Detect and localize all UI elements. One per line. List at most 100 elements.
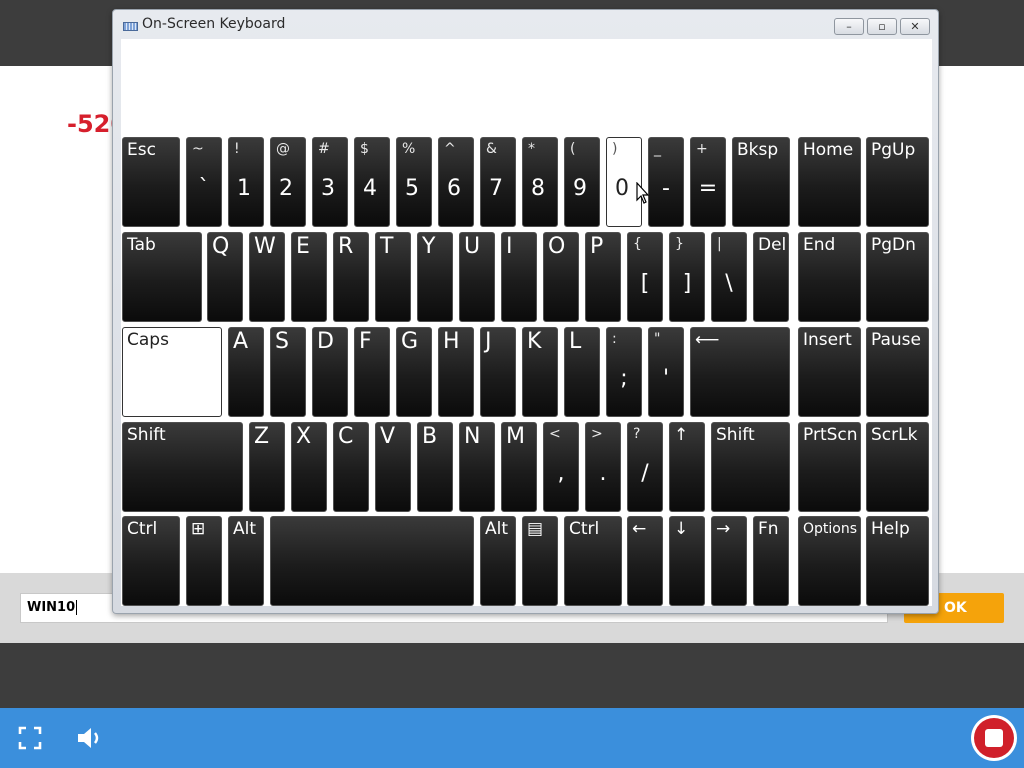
key-slash[interactable]: ? / bbox=[627, 422, 663, 512]
key-pgup[interactable]: PgUp bbox=[866, 137, 929, 227]
key-o-label: O bbox=[548, 234, 566, 259]
key-h[interactable]: H bbox=[438, 327, 474, 417]
key-enter-label: ⟵ bbox=[695, 330, 720, 350]
key-z[interactable]: Z bbox=[249, 422, 285, 512]
key-y[interactable]: Y bbox=[417, 232, 453, 322]
key-1-label: 1 bbox=[237, 176, 251, 201]
key-quote-label: ' bbox=[662, 366, 670, 391]
key-3[interactable]: #3 bbox=[312, 137, 348, 227]
key-rbracket[interactable]: }] bbox=[669, 232, 705, 322]
key-e[interactable]: E bbox=[291, 232, 327, 322]
key-rshift[interactable]: Shift bbox=[711, 422, 790, 512]
key-period[interactable]: >. bbox=[585, 422, 621, 512]
key-w[interactable]: W bbox=[249, 232, 285, 322]
key-q[interactable]: Q bbox=[207, 232, 243, 322]
key-bksp[interactable]: Bksp bbox=[732, 137, 790, 227]
key-r[interactable]: R bbox=[333, 232, 369, 322]
key-options[interactable]: Options bbox=[798, 516, 861, 606]
key-home[interactable]: Home bbox=[798, 137, 861, 227]
key-down[interactable]: ↓ bbox=[669, 516, 705, 606]
key-i[interactable]: I bbox=[501, 232, 537, 322]
key-insert[interactable]: Insert bbox=[798, 327, 861, 417]
key-j[interactable]: J bbox=[480, 327, 516, 417]
key-rshift-label: Shift bbox=[716, 425, 755, 445]
key-rctrl[interactable]: Ctrl bbox=[564, 516, 622, 606]
fullscreen-icon[interactable] bbox=[18, 726, 42, 750]
key-o[interactable]: O bbox=[543, 232, 579, 322]
key-menu[interactable]: ▤ bbox=[522, 516, 558, 606]
key-win[interactable]: ⊞ bbox=[186, 516, 222, 606]
key-f[interactable]: F bbox=[354, 327, 390, 417]
key-quote-shift-label: " bbox=[654, 331, 661, 347]
key-7[interactable]: & 7 bbox=[480, 137, 516, 227]
key-scrlk[interactable]: ScrLk bbox=[866, 422, 929, 512]
key-fn[interactable]: Fn bbox=[753, 516, 789, 606]
key-slash-shift-label: ? bbox=[633, 426, 641, 442]
key-2-label: 2 bbox=[279, 176, 293, 201]
key-ralt[interactable]: Alt bbox=[480, 516, 516, 606]
key-lshift[interactable]: Shift bbox=[122, 422, 243, 512]
key-caps[interactable]: Caps bbox=[122, 327, 222, 417]
key-lalt[interactable]: Alt bbox=[228, 516, 264, 606]
key-minus[interactable]: _ - bbox=[648, 137, 684, 227]
key-l[interactable]: L bbox=[564, 327, 600, 417]
key-u[interactable]: U bbox=[459, 232, 495, 322]
key-s[interactable]: S bbox=[270, 327, 306, 417]
key-p[interactable]: P bbox=[585, 232, 621, 322]
key-t[interactable]: T bbox=[375, 232, 411, 322]
key-0[interactable]: ) 0 bbox=[606, 137, 642, 227]
key-6[interactable]: ^ 6 bbox=[438, 137, 474, 227]
key-d[interactable]: D bbox=[312, 327, 348, 417]
key-end[interactable]: End bbox=[798, 232, 861, 322]
key-help[interactable]: Help bbox=[866, 516, 929, 606]
key-up[interactable]: ↑ bbox=[669, 422, 705, 512]
key-semicolon[interactable]: :; bbox=[606, 327, 642, 417]
key-n[interactable]: N bbox=[459, 422, 495, 512]
key-x[interactable]: X bbox=[291, 422, 327, 512]
key-prtscn[interactable]: PrtScn bbox=[798, 422, 861, 512]
key-backslash[interactable]: | \ bbox=[711, 232, 747, 322]
close-button[interactable]: ✕ bbox=[900, 18, 930, 35]
key-k[interactable]: K bbox=[522, 327, 558, 417]
key-comma[interactable]: <, bbox=[543, 422, 579, 512]
key-1[interactable]: ! 1 bbox=[228, 137, 264, 227]
key-enter[interactable]: ⟵ bbox=[690, 327, 790, 417]
key-semicolon-shift-label: : bbox=[612, 331, 617, 347]
key-quote[interactable]: " ' bbox=[648, 327, 684, 417]
key-z-label: Z bbox=[254, 424, 270, 449]
maximize-button[interactable]: ▫ bbox=[867, 18, 897, 35]
key-esc[interactable]: Esc bbox=[122, 137, 180, 227]
key-9[interactable]: (9 bbox=[564, 137, 600, 227]
key-backtick[interactable]: ~ ` bbox=[186, 137, 222, 227]
key-left[interactable]: ← bbox=[627, 516, 663, 606]
key-semicolon-label: ; bbox=[620, 366, 628, 391]
key-b[interactable]: B bbox=[417, 422, 453, 512]
stop-button[interactable] bbox=[971, 715, 1017, 761]
key-4[interactable]: $4 bbox=[354, 137, 390, 227]
key-equals[interactable]: + = bbox=[690, 137, 726, 227]
key-right[interactable]: → bbox=[711, 516, 747, 606]
key-pause[interactable]: Pause bbox=[866, 327, 929, 417]
key-8[interactable]: * 8 bbox=[522, 137, 558, 227]
key-pgdn[interactable]: PgDn bbox=[866, 232, 929, 322]
key-space[interactable] bbox=[270, 516, 474, 606]
key-t-label: T bbox=[380, 234, 394, 259]
key-tab[interactable]: Tab bbox=[122, 232, 202, 322]
key-g[interactable]: G bbox=[396, 327, 432, 417]
key-a-label: A bbox=[233, 329, 249, 354]
key-a[interactable]: A bbox=[228, 327, 264, 417]
minimize-button[interactable]: – bbox=[834, 18, 864, 35]
key-m[interactable]: M bbox=[501, 422, 537, 512]
key-prtscn-label: PrtScn bbox=[803, 425, 858, 445]
key-5[interactable]: % 5 bbox=[396, 137, 432, 227]
key-v[interactable]: V bbox=[375, 422, 411, 512]
key-c[interactable]: C bbox=[333, 422, 369, 512]
key-pause-label: Pause bbox=[871, 330, 921, 350]
key-del[interactable]: Del bbox=[753, 232, 789, 322]
volume-icon[interactable] bbox=[76, 725, 104, 751]
key-lbracket[interactable]: {[ bbox=[627, 232, 663, 322]
key-up-label: ↑ bbox=[674, 425, 689, 445]
key-lctrl[interactable]: Ctrl bbox=[122, 516, 180, 606]
key-right-label: → bbox=[716, 519, 731, 539]
key-2[interactable]: @2 bbox=[270, 137, 306, 227]
